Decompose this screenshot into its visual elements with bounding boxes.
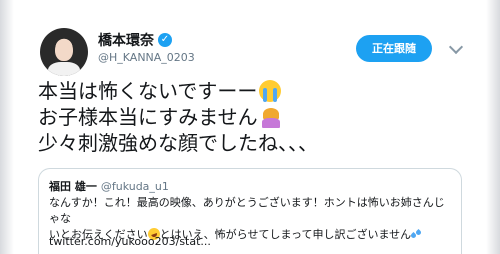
quoted-author-row: 福田 雄一 @fukuda_u1: [49, 178, 169, 194]
avatar-face: [55, 39, 73, 61]
tweet-line-2: お子様本当にすみません: [38, 104, 318, 130]
quoted-tweet-link[interactable]: twitter.com/yukooo203/stat...: [49, 235, 211, 248]
left-edge-shadow: [0, 0, 14, 254]
tweet-text: 本当は怖くないですーー お子様本当にすみません 少々刺激強めな顔でしたね、、、: [38, 78, 318, 156]
quoted-tweet-card[interactable]: 福田 雄一 @fukuda_u1 なんすか！これ！最高の映像、ありがとうございます…: [38, 168, 462, 254]
following-button[interactable]: 正在跟随: [356, 35, 432, 62]
quoted-author-handle: @fukuda_u1: [100, 180, 169, 193]
author-display-name[interactable]: 橋本環奈: [98, 30, 154, 50]
quoted-author-name: 福田 雄一: [49, 180, 97, 193]
quoted-text-line-1: なんすか！これ！最高の映像、ありがとうございます！ホントは怖いお姉さんじゃな: [49, 196, 445, 225]
tweet-line-3: 少々刺激強めな顔でしたね、、、: [38, 130, 318, 156]
emoji-body: [261, 118, 280, 128]
author-name-row[interactable]: 橋本環奈 ✓: [98, 30, 172, 50]
tweet-line-3-text: 少々刺激強めな顔でしたね、、、: [38, 131, 318, 155]
verified-badge-icon: ✓: [158, 33, 172, 47]
chevron-down-icon[interactable]: [448, 39, 464, 55]
tweet-line-1-text: 本当は怖くないですーー: [38, 79, 258, 103]
author-handle[interactable]: @H_KANNA_0203: [98, 51, 195, 64]
tweet-card: 橋本環奈 ✓ @H_KANNA_0203 正在跟随 本当は怖くないですーー お子…: [0, 0, 500, 254]
tweet-line-2-text: お子様本当にすみません: [38, 105, 258, 129]
avatar-shirt: [48, 62, 80, 76]
sweat-droplets-emoji-icon: [411, 229, 421, 239]
tweet-line-1: 本当は怖くないですーー: [38, 78, 318, 104]
avatar[interactable]: [40, 28, 88, 76]
person-bowing-emoji-icon: [260, 106, 282, 128]
right-edge-shadow: [486, 0, 500, 254]
loudly-crying-face-emoji-icon: [259, 80, 282, 102]
